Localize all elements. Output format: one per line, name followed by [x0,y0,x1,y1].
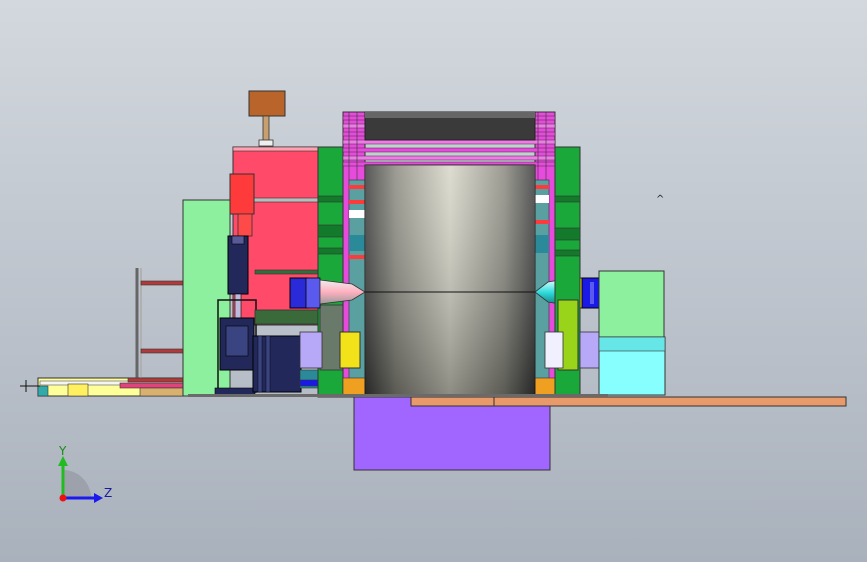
cad-viewport[interactable]: ^ Y Z [0,0,867,562]
red-block [229,173,255,215]
frame-stack-white [535,195,549,203]
right-spindle-cap-inner [590,282,594,304]
left-base-tan [139,387,185,397]
hydraulic-cylinder-cap [231,235,245,245]
frame-stack-teal [349,235,365,251]
ladder-rung [140,348,184,354]
ladder-rung [127,377,185,383]
navy-motor-band [257,335,263,393]
lavender-drum-right [579,331,601,369]
top-gearbox-flange [258,139,274,147]
top-gearbox-shaft [262,115,270,143]
frame-stack-orange [534,377,556,397]
navy-motor-band [265,335,271,393]
orange-rail [410,396,847,407]
frame-band [342,139,556,145]
left-base-teal [37,385,49,397]
frame-stack-red [349,200,365,204]
caret-mark: ^ [656,194,664,205]
cyan-motor-band [598,336,666,352]
left-bearing [339,331,361,369]
frame-band [342,155,556,161]
left-base-block [67,383,89,397]
green-support-band [554,249,581,257]
frame-stack-red [349,185,365,189]
hydraulic-cylinder [227,235,249,295]
frame-stack-red [349,255,365,259]
lavender-drum [299,331,323,369]
drum-top-block-light [365,112,535,118]
right-cabinet [598,270,665,338]
main-frame-top-strip [232,146,319,152]
triad-y-label: Y [58,444,67,458]
left-base-pink [119,382,185,389]
main-frame-stripe [254,269,321,275]
frame-stack-red [535,220,549,224]
green-support-band [554,227,581,241]
left-spindle-cap [289,277,309,309]
top-gearbox [248,90,286,117]
red-block-lower [237,213,253,237]
main-drum-shade [365,165,535,398]
frame-stack-teal [535,235,549,253]
frame-stack-white [349,210,365,218]
frame-stack-red [535,185,549,189]
base-deck-line [188,394,608,397]
frame-band [342,147,556,153]
purple-foundation [353,396,551,471]
triad-z-label: Z [104,486,112,500]
ladder-rung [140,280,184,286]
triad-x-origin [59,494,67,502]
white-bearing [544,331,564,369]
frame-stack-orange [342,377,366,397]
lower-mechanism-inner [225,325,249,357]
green-bracket [254,309,320,325]
left-spindle-hub [305,277,321,309]
green-support-band [554,195,581,203]
